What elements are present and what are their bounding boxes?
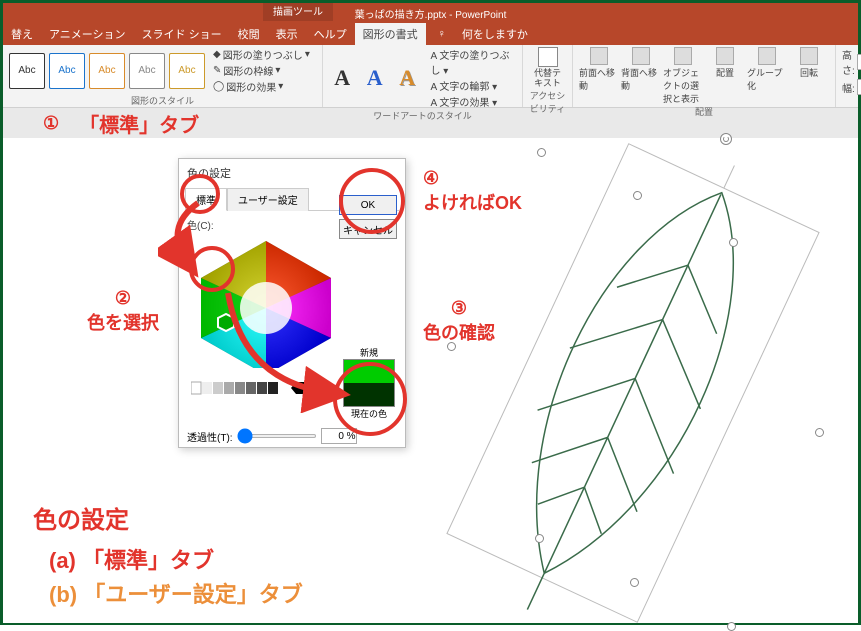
wordart-1[interactable]: A [329,60,356,96]
rotate[interactable]: 回転 [789,47,829,105]
dialog-tab-custom[interactable]: ユーザー設定 [227,188,309,211]
width-label: 幅: [842,80,855,95]
shape-style-1[interactable]: Abc [9,53,45,89]
rotate-handle[interactable] [720,133,732,145]
bottom-text-block: 色の設定 (a) 「標準」タブ (b) 「ユーザー設定」タブ [33,500,303,611]
align[interactable]: 配置 [705,47,745,105]
bring-forward[interactable]: 前面へ移動 [579,47,619,105]
mark-circle-4 [339,168,405,234]
handle-w[interactable] [447,342,456,351]
shape-fill[interactable]: ◆ 図形の塗りつぶし ▾ [213,47,310,62]
shape-style-3[interactable]: Abc [89,53,125,89]
bottom-line-b: (b) 「ユーザー設定」タブ [49,577,303,609]
selection-pane[interactable]: オブジェクトの選択と表示 [663,47,703,105]
transparency-label: 透過性(T): [187,429,233,444]
document-title: 葉っぱの描き方.pptx - PowerPoint [355,6,507,21]
anno-2-text: 色を選択 [87,309,159,335]
shape-style-5[interactable]: Abc [169,53,205,89]
alt-text-icon[interactable] [538,47,558,67]
tab-view[interactable]: 表示 [268,26,306,42]
handle-nw[interactable] [537,148,546,157]
group-wordart: ワードアートのスタイル [329,109,516,122]
alt-text-label[interactable]: 代替テキスト [533,69,562,89]
tab-slideshow[interactable]: スライド ショー [134,26,230,42]
tab-transitions[interactable]: 替え [3,26,41,42]
height-label: 高さ: [842,47,855,77]
mark-circle-3 [333,362,407,436]
transparency-slider[interactable] [237,434,317,438]
anno-1-text: 「標準」タブ [79,109,199,138]
shape-outline[interactable]: ✎ 図形の枠線 ▾ [213,63,310,78]
group-size: サイズ [842,95,861,108]
handle-e[interactable] [815,428,824,437]
group-accessibility: アクセシビリティ [529,89,566,115]
handle-s[interactable] [630,578,639,587]
ribbon: Abc Abc Abc Abc Abc ◆ 図形の塗りつぶし ▾ ✎ 図形の枠線… [3,45,858,108]
handle-se[interactable] [727,622,736,631]
wordart-2[interactable]: A [362,60,389,96]
wordart-3[interactable]: A [394,60,421,96]
annotation-2: ② 色を選択 [87,288,159,335]
new-label: 新規 [343,346,395,359]
group[interactable]: グループ化 [747,47,787,105]
bottom-line-a: (a) 「標準」タブ [49,543,303,575]
anno-2-num: ② [87,288,159,309]
shape-style-4[interactable]: Abc [129,53,165,89]
tab-animation[interactable]: アニメーション [41,26,134,42]
tab-shape-format[interactable]: 図形の書式 [355,23,426,45]
leaf-shape[interactable] [433,138,843,618]
send-backward[interactable]: 背面へ移動 [621,47,661,105]
mark-circle-2 [189,246,235,292]
handle-n[interactable] [633,191,642,200]
text-fill[interactable]: A 文字の塗りつぶし ▾ [431,47,517,77]
ribbon-tabs: 替え アニメーション スライド ショー 校閲 表示 ヘルプ 図形の書式 ♀ 何を… [3,23,858,45]
handle-ne[interactable] [729,238,738,247]
tell-me-icon[interactable]: ♀ [430,28,454,40]
shape-style-2[interactable]: Abc [49,53,85,89]
bottom-heading: 色の設定 [33,500,303,535]
anno-1-num: ① [43,113,59,134]
group-shape-styles: 図形のスタイル [9,94,316,107]
width-input[interactable] [857,79,861,95]
handle-sw[interactable] [535,534,544,543]
tell-me-text[interactable]: 何をしますか [454,26,536,42]
tool-tab-label: 描画ツール [263,3,333,21]
group-arrange: 配置 [579,105,829,118]
slide-canvas: 色の設定 標準 ユーザー設定 OK キャンセル 色(C): [3,138,858,623]
shape-effects[interactable]: ◯ 図形の効果 ▾ [213,79,310,94]
tab-review[interactable]: 校閲 [230,26,268,42]
text-outline[interactable]: A 文字の輪郭 ▾ [431,78,517,93]
mark-circle-1 [180,174,220,214]
text-effects[interactable]: A 文字の効果 ▾ [431,94,517,109]
tab-help[interactable]: ヘルプ [306,26,355,42]
height-input[interactable] [857,54,861,70]
title-bar: 描画ツール 葉っぱの描き方.pptx - PowerPoint [3,3,858,23]
gray-scale-row[interactable] [191,379,341,397]
